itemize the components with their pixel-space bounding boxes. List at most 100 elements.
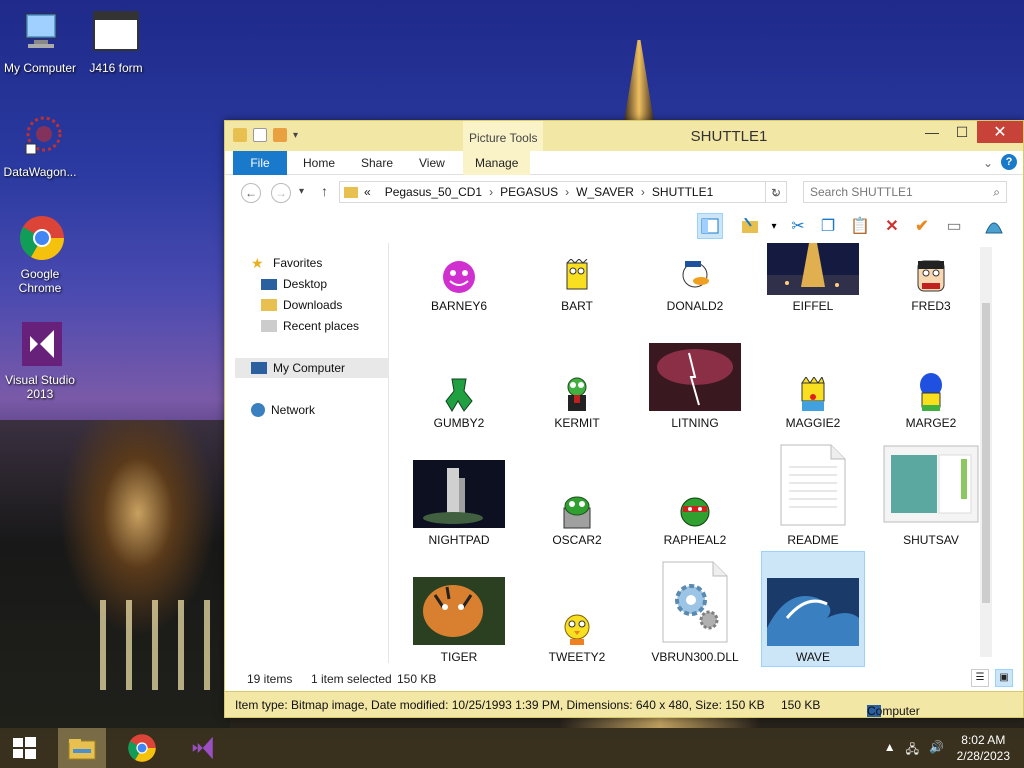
breadcrumb-pegasus-cd[interactable]: Pegasus_50_CD1 [385,185,482,199]
nav-recent-places[interactable]: Recent places [261,316,359,336]
file-item-oscar2[interactable]: OSCAR2 [525,460,629,548]
eiffel-thumbnail [767,243,859,295]
taskbar-chrome[interactable] [118,728,166,768]
edit-folder-icon[interactable] [737,213,763,239]
network-status-icon[interactable]: 🖧 [906,740,919,761]
start-button[interactable] [0,728,48,768]
explorer-window: ▾ Picture Tools SHUTTLE1 — ☐ ✕ File Home… [224,120,1024,718]
expand-ribbon-icon[interactable]: ⌄ [983,151,993,175]
desktop-icon-j416-form[interactable]: J416 form [76,8,156,75]
nav-network[interactable]: Network [251,400,315,420]
file-item-eiffel[interactable]: EIFFEL [761,243,865,313]
file-item-readme[interactable]: README [761,443,865,548]
file-name: KERMIT [554,416,600,430]
tab-manage[interactable]: Manage [463,151,531,175]
minimize-button[interactable]: — [917,121,947,143]
file-item-maggie2[interactable]: MAGGIE2 [761,343,865,431]
up-button[interactable]: ↑ [321,183,328,199]
file-name: MAGGIE2 [785,416,841,430]
vertical-scrollbar[interactable] [980,247,992,657]
desktop-icon-visual-studio[interactable]: Visual Studio 2013 [0,320,80,401]
details-size: 150 KB [781,698,821,712]
chrome-icon [128,734,156,762]
large-icons-view-icon[interactable]: ▣ [995,669,1013,687]
address-bar[interactable]: « Pegasus_50_CD1 › PEGASUS › W_SAVER › S… [339,181,787,203]
file-item-barney6[interactable]: BARNEY6 [407,243,511,313]
file-item-wave[interactable]: WAVE [761,551,865,667]
checkmark-icon[interactable]: ✔ [909,213,935,239]
clock[interactable]: 8:02 AM 2/28/2023 [957,732,1010,764]
maximize-button[interactable]: ☐ [947,121,977,143]
tab-home[interactable]: Home [303,151,335,175]
navigation-pane: ★ Favorites Desktop Downloads Recent pla… [225,243,389,663]
maggie-thumbnail [801,377,825,411]
network-icon [251,403,265,417]
file-name: TIGER [440,650,478,664]
file-item-bart[interactable]: BART [525,243,629,313]
address-overflow[interactable]: « [364,185,371,199]
nav-downloads[interactable]: Downloads [261,295,342,315]
file-item-gumby2[interactable]: GUMBY2 [407,343,511,431]
folder-icon [344,186,358,198]
desktop-icon-google-chrome[interactable]: Google Chrome [0,214,80,295]
cut-icon[interactable]: ✂ [785,213,811,239]
file-item-vbrun300[interactable]: VBRUN300.DLL [643,560,747,665]
file-item-rapheal2[interactable]: RAPHEAL2 [643,460,747,548]
file-item-tiger[interactable]: TIGER [407,577,511,665]
details-view-icon[interactable]: ☰ [971,669,989,687]
scrollbar-thumb[interactable] [982,303,990,603]
lights-decoration [560,718,760,728]
chrome-icon [20,216,64,260]
taskbar-file-explorer[interactable] [58,728,106,768]
wave-thumbnail [767,578,859,646]
file-list: BARNEY6 BART DONALD2 EIFFEL FRED3 GUMBY2… [390,243,1000,667]
nav-desktop[interactable]: Desktop [261,274,327,294]
bart-thumbnail [566,259,588,290]
file-item-shutsav[interactable]: SHUTSAV [879,443,983,548]
rename-icon[interactable]: ▭ [941,213,967,239]
volume-icon[interactable]: 🔊 [929,740,944,761]
file-item-fred3[interactable]: FRED3 [879,243,983,313]
show-hidden-icons-icon[interactable]: ▲ [884,740,896,761]
recent-locations-icon[interactable]: ▾ [299,186,304,197]
file-item-litning[interactable]: LITNING [643,343,747,431]
organize-dropdown-icon[interactable]: ▾ [761,213,787,239]
desktop-icon-label: J416 form [89,61,143,75]
taskbar: ▲ 🖧 🔊 8:02 AM 2/28/2023 [0,728,1024,768]
dll-settings-icon [662,561,728,643]
search-input[interactable]: Search SHUTTLE1 ⌕ [803,181,1007,203]
delete-icon[interactable]: ✕ [879,213,905,239]
paste-icon[interactable]: 📋 [847,213,873,239]
title-bar[interactable]: ▾ Picture Tools SHUTTLE1 — ☐ ✕ [225,121,1023,151]
downloads-icon [261,299,277,311]
close-button[interactable]: ✕ [977,121,1023,143]
breadcrumb-shuttle1[interactable]: SHUTTLE1 [652,185,713,199]
preview-pane-icon[interactable] [697,213,723,239]
file-name: VBRUN300.DLL [651,650,739,664]
tweety-thumbnail [564,614,590,645]
help-icon[interactable]: ? [1001,154,1017,170]
tab-file[interactable]: File [233,151,287,175]
taskbar-visual-studio[interactable] [180,728,228,768]
shell-icon[interactable] [981,213,1007,239]
desktop-icon-datawagon[interactable]: DataWagon... [0,112,80,179]
nav-my-computer[interactable]: My Computer [235,358,389,378]
file-item-nightpad[interactable]: NIGHTPAD [407,460,511,548]
file-item-tweety2[interactable]: TWEETY2 [525,577,629,665]
file-item-kermit[interactable]: KERMIT [525,343,629,431]
tab-view[interactable]: View [419,151,445,175]
computer-icon [25,13,57,48]
back-button[interactable]: ← [241,183,261,203]
nav-favorites[interactable]: ★ Favorites [251,253,322,273]
breadcrumb-w-saver[interactable]: W_SAVER [576,185,634,199]
tab-share[interactable]: Share [361,151,393,175]
file-item-marge2[interactable]: MARGE2 [879,343,983,431]
refresh-button[interactable]: ↻ [765,181,787,203]
breadcrumb-pegasus[interactable]: PEGASUS [500,185,558,199]
file-item-donald2[interactable]: DONALD2 [643,243,747,313]
copy-icon[interactable]: ❐ [815,213,841,239]
status-bar: 19 items 1 item selected 150 KB ☰ ▣ [225,667,1023,691]
selection-count: 1 item selected [311,672,392,686]
forward-button[interactable]: → [271,183,291,203]
desktop-icon-my-computer[interactable]: My Computer [0,8,80,75]
